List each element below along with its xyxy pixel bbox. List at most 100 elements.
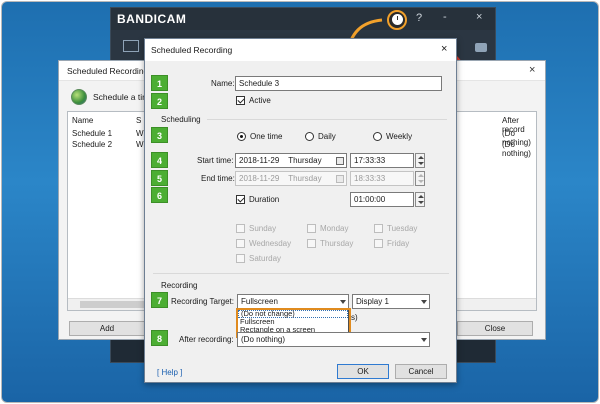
bandicam-logo: BANDICAM — [117, 12, 187, 26]
day-checkbox-wednesday[interactable]: Wednesday — [236, 239, 291, 248]
duration-field[interactable]: 01:00:00 — [350, 192, 414, 207]
day-checkbox[interactable] — [307, 239, 316, 248]
day-label: Sunday — [249, 224, 277, 233]
display-value: Display 1 — [356, 297, 389, 306]
add-button[interactable]: Add — [69, 321, 145, 336]
radio-weekly-label: Weekly — [386, 132, 413, 141]
end-date-value: 2018-11-29 — [239, 174, 280, 183]
step-badge: 4 — [151, 152, 168, 168]
table-row-s: W — [136, 129, 144, 138]
day-checkbox[interactable] — [374, 224, 383, 233]
day-label: Thursday — [320, 239, 354, 248]
radio-daily[interactable]: Daily — [305, 132, 336, 141]
schedule-header: Schedule a tim — [71, 89, 149, 105]
after-recording-select[interactable]: (Do nothing) — [237, 332, 430, 347]
radio-daily-label: Daily — [318, 132, 336, 141]
calendar-icon[interactable] — [336, 157, 344, 165]
start-time-label: Start time: — [197, 156, 234, 165]
minimize-button[interactable]: - — [443, 11, 447, 23]
day-label: Saturday — [249, 254, 282, 263]
clock-icon — [392, 14, 403, 25]
cancel-button[interactable]: Cancel — [395, 364, 447, 379]
recording-target-select[interactable]: Fullscreen — [237, 294, 349, 309]
divider — [207, 119, 447, 120]
radio-daily-indicator[interactable] — [305, 132, 314, 141]
table-row-name[interactable]: Schedule 1 — [72, 129, 112, 138]
chevron-down-icon — [421, 300, 427, 304]
camera-icon[interactable] — [475, 43, 487, 52]
step-badge: 6 — [151, 187, 168, 203]
divider — [153, 273, 449, 274]
dialog-close-icon[interactable]: × — [441, 43, 447, 55]
end-clock-spinner[interactable] — [415, 171, 425, 186]
globe-icon — [71, 89, 87, 105]
start-clock-field[interactable]: 17:33:33 — [350, 153, 414, 168]
day-checkbox-thursday[interactable]: Thursday — [307, 239, 353, 248]
display-select[interactable]: Display 1 — [352, 294, 430, 309]
table-row-name[interactable]: Schedule 2 — [72, 140, 112, 149]
close-list-button[interactable]: Close — [457, 321, 533, 336]
day-checkbox[interactable] — [236, 254, 245, 263]
name-field[interactable]: Schedule 3 — [235, 76, 442, 91]
list-close-icon[interactable]: × — [529, 64, 535, 76]
start-day-value: Thursday — [288, 156, 322, 165]
name-label: Name: — [211, 79, 235, 88]
duration-checkbox-row[interactable]: Duration — [236, 195, 279, 204]
help-button[interactable]: ? — [416, 12, 422, 24]
radio-one-time[interactable]: One time — [237, 132, 282, 141]
recording-group-label: Recording — [161, 281, 198, 290]
day-checkbox-monday[interactable]: Monday — [307, 224, 348, 233]
end-clock-field[interactable]: 18:33:33 — [350, 171, 414, 186]
day-checkbox[interactable] — [236, 239, 245, 248]
step-badge: 1 — [151, 75, 168, 91]
day-checkbox[interactable] — [307, 224, 316, 233]
screen-mode-icon[interactable] — [123, 40, 139, 52]
bandicam-titlebar: BANDICAM ? - × — [111, 8, 495, 30]
step-badge: 7 — [151, 292, 168, 308]
table-row-s: W — [136, 140, 144, 149]
dialog-title: Scheduled Recording — [151, 45, 233, 55]
radio-one-time-indicator[interactable] — [237, 132, 246, 141]
day-checkbox-tuesday[interactable]: Tuesday — [374, 224, 417, 233]
help-link[interactable]: [ Help ] — [157, 368, 182, 377]
start-date-value: 2018-11-29 — [239, 156, 280, 165]
day-label: Wednesday — [249, 239, 292, 248]
day-label: Monday — [320, 224, 349, 233]
step-badge: 5 — [151, 170, 168, 186]
duration-spinner[interactable] — [415, 192, 425, 207]
calendar-icon[interactable] — [336, 175, 344, 183]
start-date-picker[interactable]: 2018-11-29 Thursday — [235, 153, 347, 168]
end-date-picker[interactable]: 2018-11-29 Thursday — [235, 171, 347, 186]
scheduled-recording-dialog: Scheduled Recording × 1 2 3 4 5 6 7 8 Na… — [144, 38, 457, 383]
chevron-down-icon — [421, 338, 427, 342]
column-header-s[interactable]: S — [136, 116, 141, 125]
dialog-titlebar: Scheduled Recording × — [145, 39, 456, 61]
day-checkbox[interactable] — [374, 239, 383, 248]
after-recording-value: (Do nothing) — [241, 335, 286, 344]
step-badge: 8 — [151, 330, 168, 346]
column-header-name[interactable]: Name — [72, 116, 93, 125]
end-day-value: Thursday — [288, 174, 322, 183]
screenshot-frame: BANDICAM ? - × Scheduled Recording Lis ×… — [1, 1, 599, 403]
day-label: Friday — [387, 239, 410, 248]
active-checkbox-row[interactable]: Active — [236, 96, 271, 105]
step-badge: 3 — [151, 127, 168, 143]
ok-button[interactable]: OK — [337, 364, 389, 379]
recording-target-label: Recording Target: — [171, 297, 234, 306]
step-badge: 2 — [151, 93, 168, 109]
schedule-header-label: Schedule a tim — [93, 92, 150, 102]
close-button[interactable]: × — [476, 11, 482, 23]
day-checkbox[interactable] — [236, 224, 245, 233]
day-checkbox-friday[interactable]: Friday — [374, 239, 409, 248]
active-checkbox[interactable] — [236, 96, 245, 105]
radio-weekly-indicator[interactable] — [373, 132, 382, 141]
radio-weekly[interactable]: Weekly — [373, 132, 412, 141]
day-checkbox-sunday[interactable]: Sunday — [236, 224, 276, 233]
duration-label: Duration — [249, 195, 280, 204]
day-checkbox-saturday[interactable]: Saturday — [236, 254, 281, 263]
start-clock-spinner[interactable] — [415, 153, 425, 168]
duration-checkbox[interactable] — [236, 195, 245, 204]
day-label: Tuesday — [387, 224, 418, 233]
end-time-label: End time: — [201, 174, 235, 183]
table-row-after: (Do nothing) — [502, 140, 531, 158]
